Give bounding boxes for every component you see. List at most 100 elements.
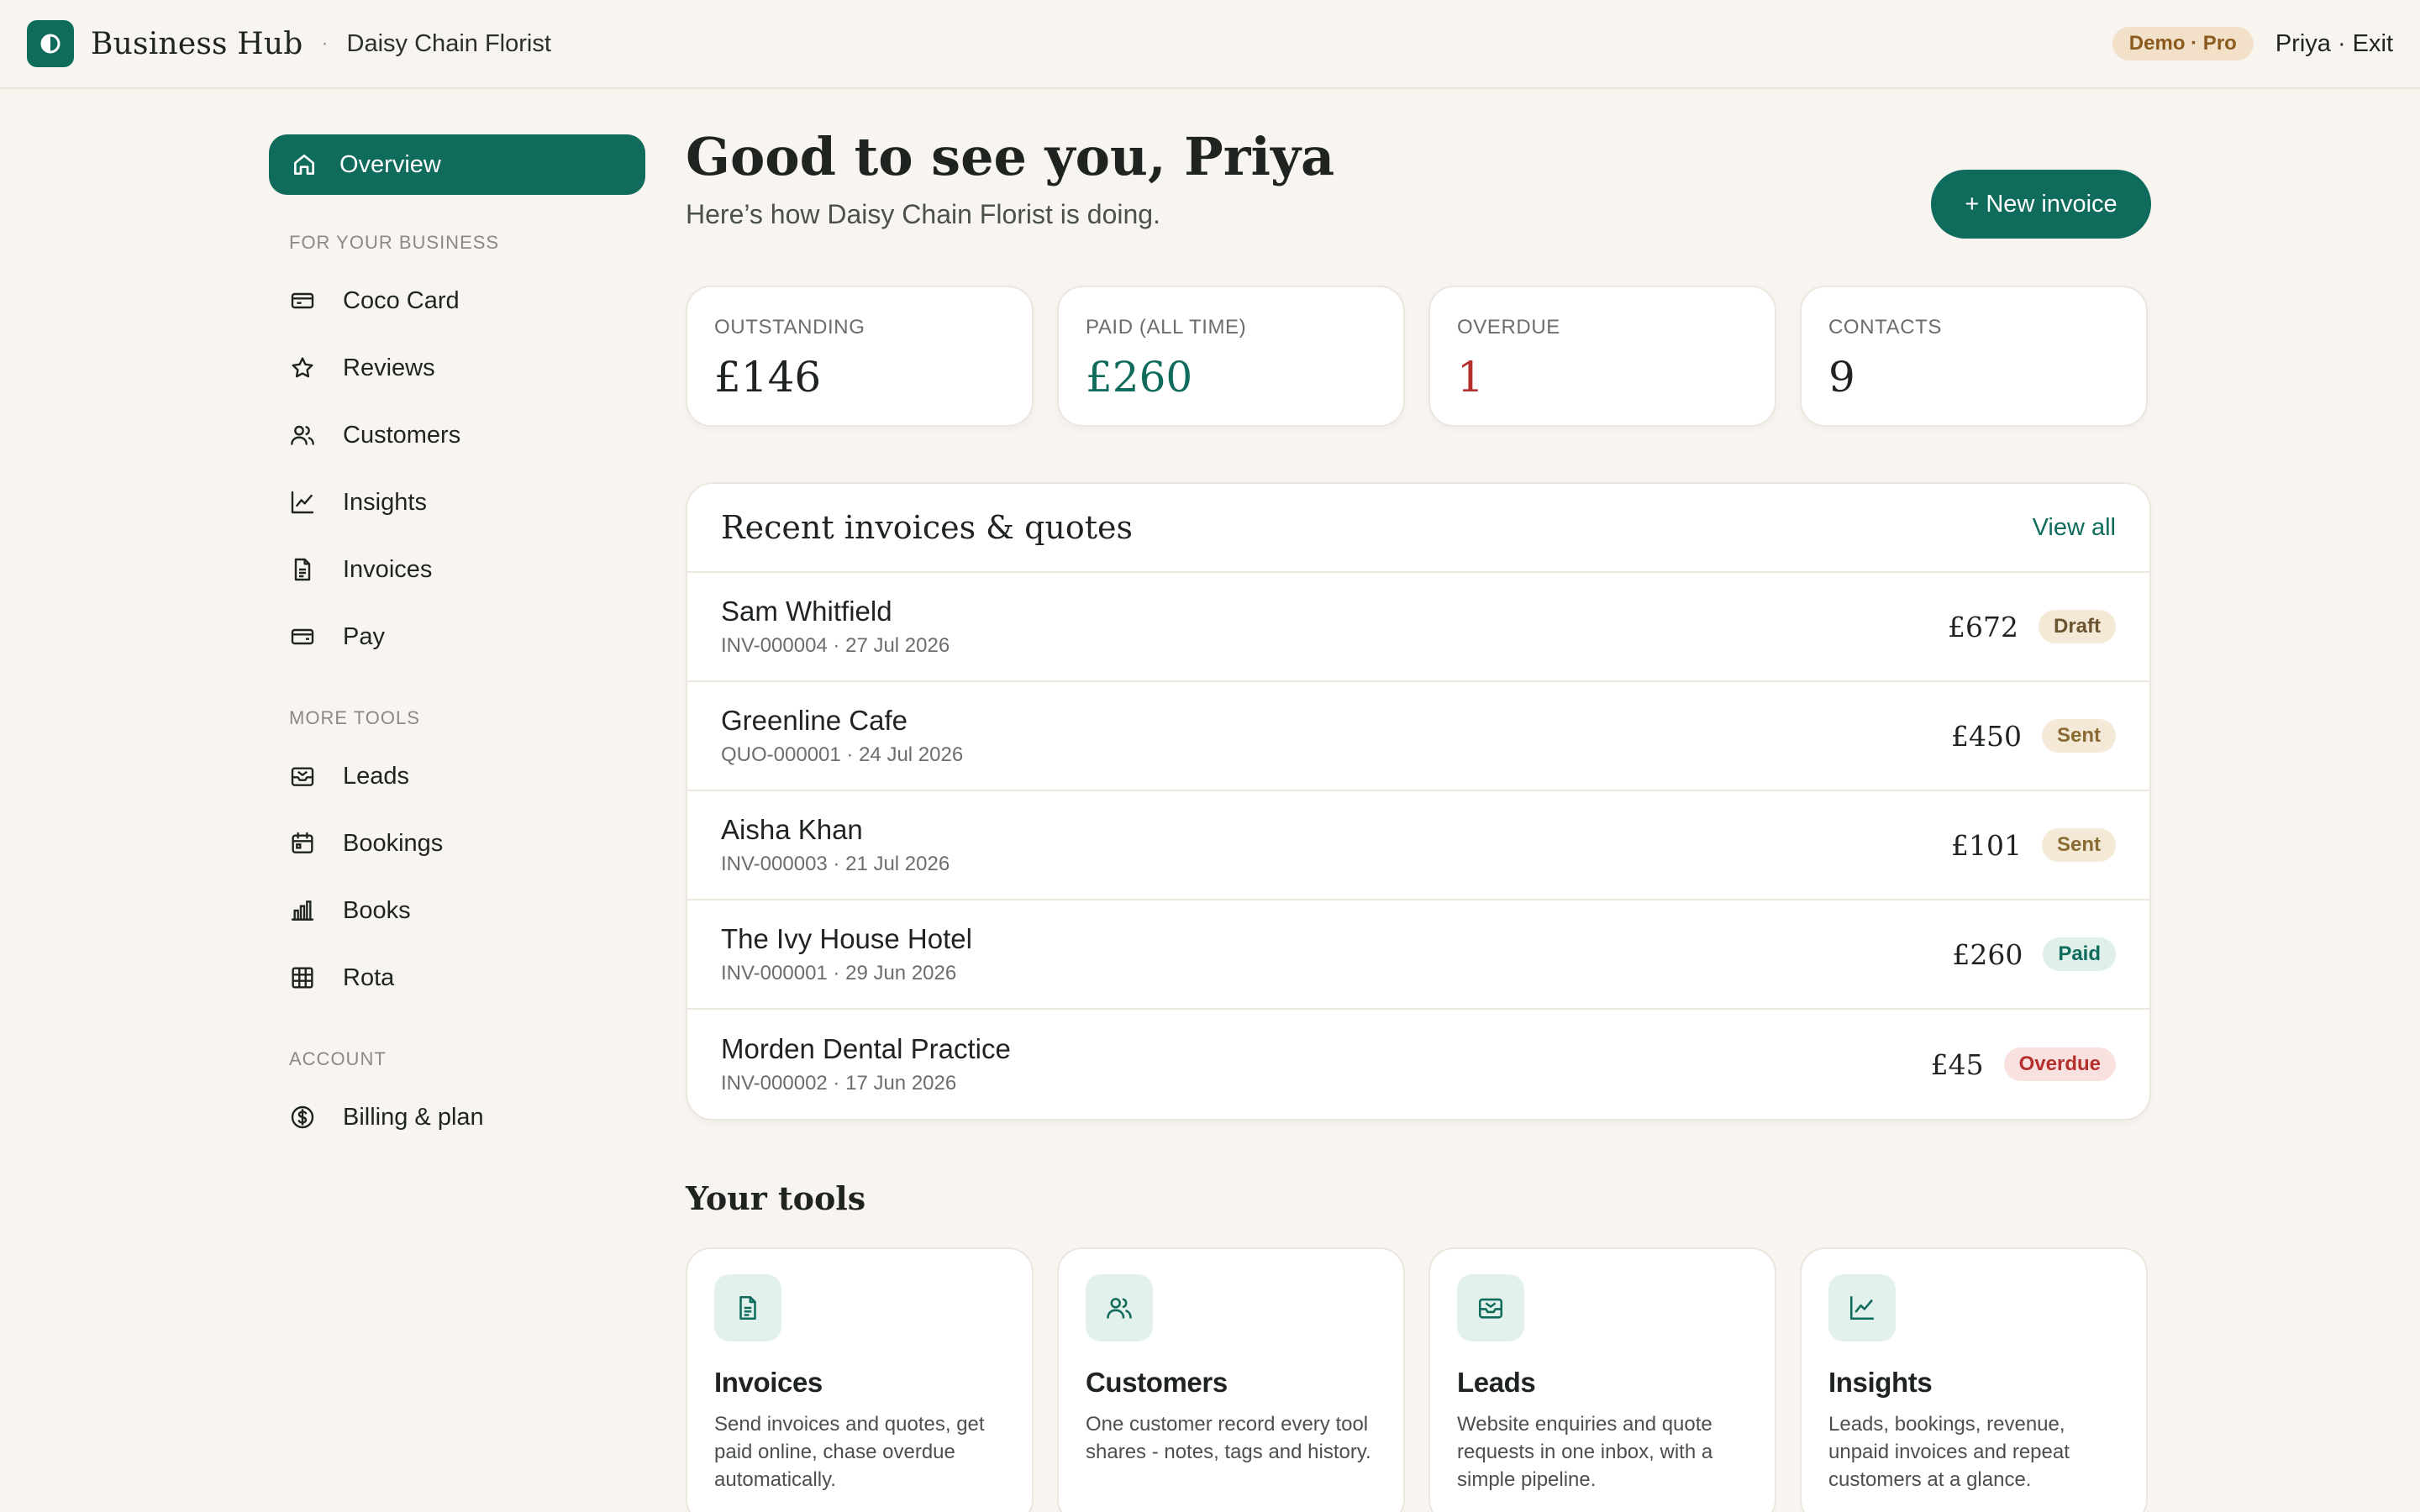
section-title-more-tools: MORE TOOLS (289, 707, 420, 728)
sidebar-item-label: Billing & plan (343, 1103, 484, 1131)
bar-chart-icon (289, 897, 316, 924)
sidebar-item-pay[interactable]: Pay (269, 603, 645, 670)
credit-card-icon (289, 623, 316, 650)
tool-description: Leads, bookings, revenue, unpaid invoice… (1828, 1413, 2070, 1491)
tool-description: Website enquiries and quote requests in … (1457, 1413, 1713, 1491)
tool-name: Insights (1828, 1367, 1933, 1398)
star-icon (289, 354, 316, 381)
sidebar-item-insights[interactable]: Insights (269, 469, 645, 536)
sidebar-item-customers[interactable]: Customers (269, 402, 645, 469)
stat-value: 9 (1828, 353, 1855, 402)
sidebar-item-bookings[interactable]: Bookings (269, 810, 645, 877)
sidebar-item-label: Invoices (343, 555, 433, 583)
invoice-row[interactable]: Sam Whitfield INV-000004 · 27 Jul 2026 £… (687, 573, 2149, 682)
stat-value: £260 (1086, 353, 1193, 402)
invoice-amount: £101 (1951, 828, 2022, 862)
chart-icon (289, 489, 316, 516)
sidebar-item-label: Overview (339, 150, 441, 178)
invoice-customer-name: Morden Dental Practice (721, 1033, 1011, 1064)
home-icon (291, 151, 318, 178)
sidebar-item-label: Reviews (343, 354, 435, 381)
top-bar: Business Hub · Daisy Chain Florist Demo … (0, 0, 2420, 89)
sidebar-item-label: Leads (343, 762, 410, 790)
sidebar-item-billing[interactable]: Billing & plan (269, 1084, 645, 1151)
sidebar-item-overview[interactable]: Overview (269, 134, 645, 195)
section-title-business: FOR YOUR BUSINESS (289, 232, 500, 253)
stat-label: OVERDUE (1457, 316, 1560, 339)
sidebar-item-rota[interactable]: Rota (269, 944, 645, 1011)
sidebar-item-leads[interactable]: Leads (269, 743, 645, 810)
sidebar-item-reviews[interactable]: Reviews (269, 334, 645, 402)
status-badge: Sent (2041, 828, 2116, 862)
sidebar: Overview FOR YOUR BUSINESS Coco Card Rev… (269, 134, 645, 1151)
grid-icon (289, 964, 316, 991)
stat-value: 1 (1457, 353, 1484, 402)
document-icon (714, 1274, 781, 1341)
invoice-row[interactable]: Morden Dental Practice INV-000002 · 17 J… (687, 1010, 2149, 1119)
business-name: Daisy Chain Florist (346, 29, 551, 57)
brand-name[interactable]: Business Hub (91, 27, 303, 61)
stat-label: OUTSTANDING (714, 316, 865, 339)
invoice-customer-name: Sam Whitfield (721, 596, 892, 627)
invoice-row[interactable]: The Ivy House Hotel INV-000001 · 29 Jun … (687, 900, 2149, 1010)
sidebar-item-label: Pay (343, 622, 385, 650)
users-icon (1086, 1274, 1153, 1341)
view-all-link[interactable]: View all (2033, 514, 2116, 542)
tool-name: Invoices (714, 1367, 823, 1398)
status-badge: Sent (2041, 719, 2116, 753)
tool-name: Customers (1086, 1367, 1228, 1398)
calendar-icon (289, 830, 316, 857)
invoice-row[interactable]: Greenline Cafe QUO-000001 · 24 Jul 2026 … (687, 682, 2149, 791)
status-badge: Paid (2043, 937, 2116, 971)
page-title: Good to see you, Priya (686, 126, 1335, 187)
invoice-amount: £45 (1930, 1047, 1984, 1081)
stat-label: PAID (ALL TIME) (1086, 316, 1247, 339)
invoice-row[interactable]: Aisha Khan INV-000003 · 21 Jul 2026 £101… (687, 791, 2149, 900)
user-exit-link[interactable]: Priya · Exit (2275, 30, 2393, 58)
stat-value: £146 (714, 353, 822, 402)
main-content: Good to see you, Priya Here’s how Daisy … (686, 126, 2151, 1512)
invoice-amount: £672 (1948, 610, 2018, 643)
inbox-icon (289, 763, 316, 790)
stat-label: CONTACTS (1828, 316, 1943, 339)
sidebar-item-invoices[interactable]: Invoices (269, 536, 645, 603)
sidebar-item-label: Bookings (343, 829, 444, 857)
stat-card-overdue[interactable]: OVERDUE 1 (1428, 286, 1776, 427)
stat-card-contacts[interactable]: CONTACTS 9 (1800, 286, 2148, 427)
tool-card-insights[interactable]: Insights Leads, bookings, revenue, unpai… (1800, 1247, 2148, 1512)
tool-name: Leads (1457, 1367, 1536, 1398)
tools-section-title: Your tools (686, 1179, 866, 1217)
sidebar-item-coco-card[interactable]: Coco Card (269, 267, 645, 334)
sidebar-item-label: Customers (343, 421, 461, 449)
invoice-meta: INV-000002 · 17 Jun 2026 (721, 1072, 957, 1095)
sidebar-item-books[interactable]: Books (269, 877, 645, 944)
tool-card-leads[interactable]: Leads Website enquiries and quote reques… (1428, 1247, 1776, 1512)
status-badge: Overdue (2003, 1047, 2116, 1081)
invoice-customer-name: The Ivy House Hotel (721, 923, 972, 954)
section-title-account: ACCOUNT (289, 1048, 387, 1069)
invoice-meta: INV-000004 · 27 Jul 2026 (721, 634, 950, 657)
sidebar-item-label: Rota (343, 963, 395, 991)
brand-separator: · (321, 32, 329, 55)
stat-card-outstanding[interactable]: OUTSTANDING £146 (686, 286, 1034, 427)
invoice-meta: QUO-000001 · 24 Jul 2026 (721, 743, 964, 766)
new-invoice-button[interactable]: + New invoice (1931, 170, 2151, 239)
invoice-customer-name: Aisha Khan (721, 814, 863, 845)
stats-row: OUTSTANDING £146 PAID (ALL TIME) £260 OV… (686, 286, 2151, 427)
card-icon (289, 287, 316, 314)
invoice-customer-name: Greenline Cafe (721, 705, 908, 736)
tool-description: Send invoices and quotes, get paid onlin… (714, 1413, 985, 1491)
invoice-meta: INV-000001 · 29 Jun 2026 (721, 962, 957, 984)
status-badge: Draft (2038, 610, 2116, 643)
sidebar-item-label: Coco Card (343, 286, 460, 314)
recent-invoices-title: Recent invoices & quotes (721, 509, 1134, 546)
tool-card-customers[interactable]: Customers One customer record every tool… (1057, 1247, 1405, 1512)
dollar-circle-icon (289, 1104, 316, 1131)
tool-description: One customer record every tool shares - … (1086, 1413, 1371, 1463)
plan-badge: Demo · Pro (2112, 27, 2254, 60)
invoice-meta: INV-000003 · 21 Jul 2026 (721, 853, 950, 875)
tool-card-invoices[interactable]: Invoices Send invoices and quotes, get p… (686, 1247, 1034, 1512)
stat-card-paid[interactable]: PAID (ALL TIME) £260 (1057, 286, 1405, 427)
recent-invoices-card: Recent invoices & quotes View all Sam Wh… (686, 482, 2151, 1121)
brand-logo-icon[interactable] (27, 20, 74, 67)
